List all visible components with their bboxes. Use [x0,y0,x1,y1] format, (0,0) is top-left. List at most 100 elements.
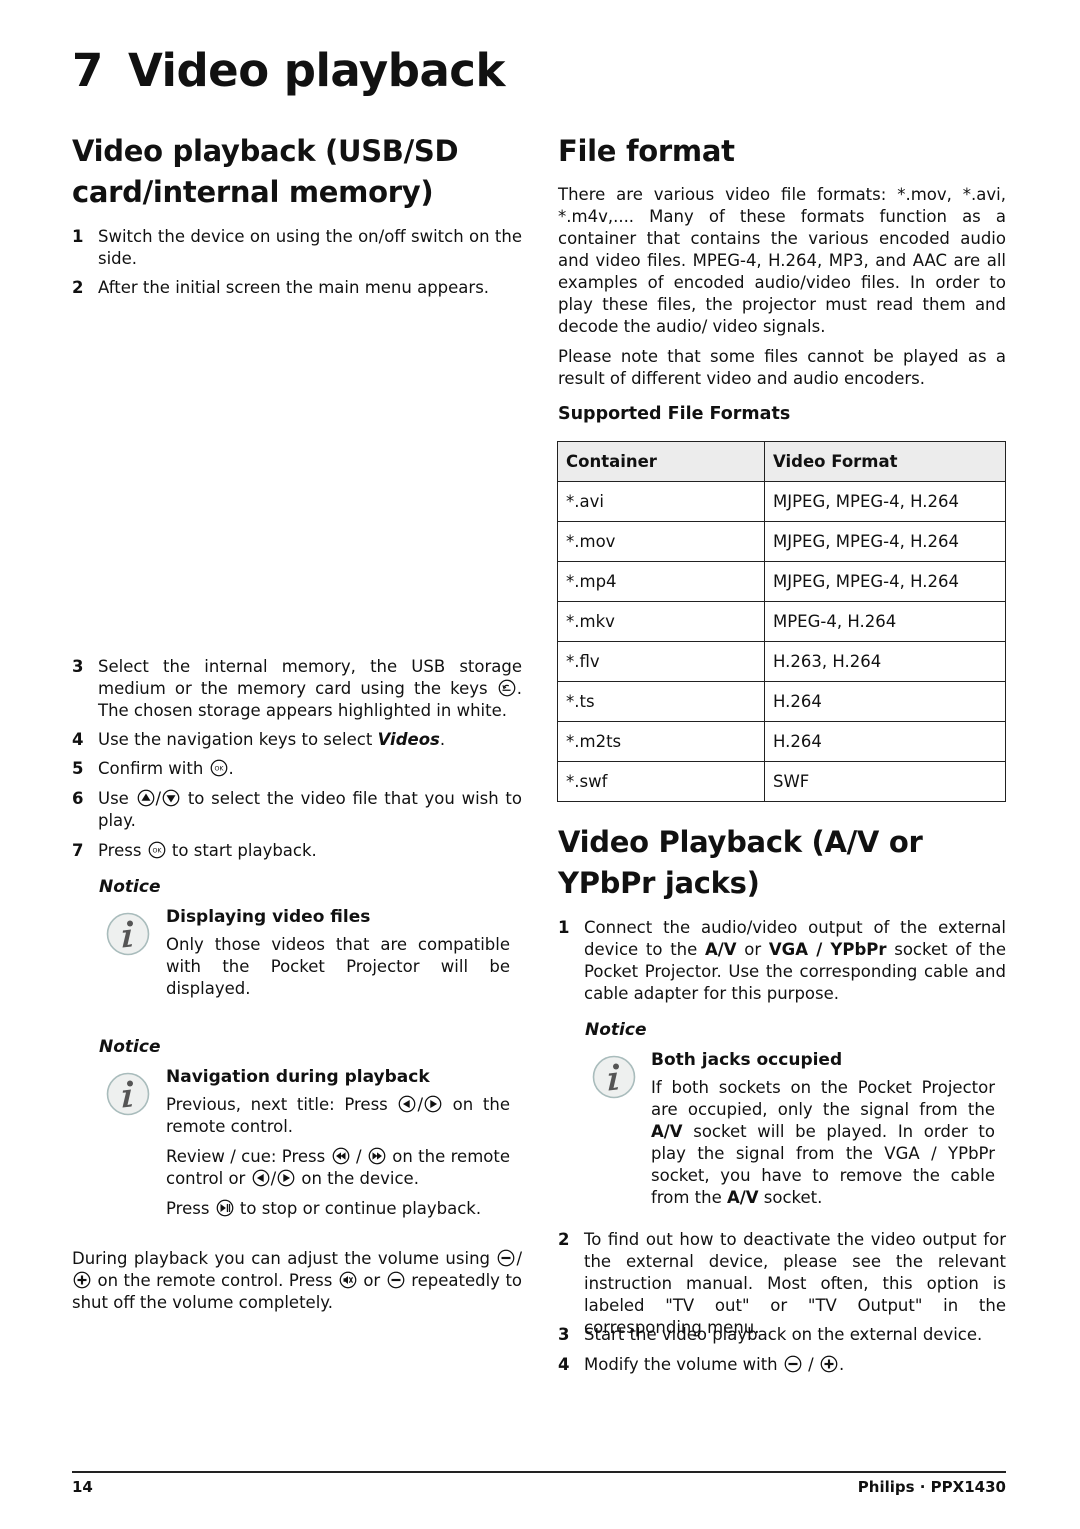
step-number: 4 [558,1355,570,1374]
av-step-4: 4 Modify the volume with / . [558,1354,1006,1376]
chapter-title: 7 Video playback [72,44,505,97]
supported-formats-title: Supported File Formats [558,404,791,424]
volume-up-key-icon [73,1271,91,1289]
step-number: 3 [558,1325,570,1344]
ok-key-icon [148,841,166,859]
text: socket. [758,1188,823,1207]
table-row: *.mp4 MJPEG, MPEG-4, H.264 [557,561,1006,602]
text: . [439,730,446,749]
table-header-row: Container Video Format [557,441,1006,482]
cell-video-format: H.264 [764,721,1006,762]
cell-video-format: MPEG-4, H.264 [764,601,1006,642]
cell-container: *.mkv [557,601,765,642]
table-row: *.mov MJPEG, MPEG-4, H.264 [557,521,1006,562]
step-4: 4 Use the navigation keys to select Vide… [72,729,522,751]
column-header-container: Container [557,441,765,482]
cell-container: *.mp4 [557,561,765,602]
section-title-line: Video Playback (A/V or [558,825,923,859]
column-header-video-format: Video Format [764,441,1006,482]
av-step-2: 2 To find out how to deactivate the vide… [558,1229,1006,1339]
paragraph: Please note that some files cannot be pl… [558,347,1006,388]
text: Modify the volume with [584,1355,783,1374]
play-pause-key-icon [216,1199,234,1217]
step-number: 4 [72,730,84,749]
notice-text: If both sockets on the Pocket Projector … [651,1077,995,1209]
volume-down-key-icon [784,1355,802,1373]
fast-forward-key-icon [368,1147,386,1165]
section-title: File format [558,134,735,168]
separator: / [155,789,162,808]
notice-text: Previous, next title: Press / on the rem… [166,1094,510,1138]
text: Previous, next title: Press [166,1095,398,1114]
text: or [357,1271,386,1290]
section-title-line: Video playback (USB/SD [72,134,459,168]
cell-container: *.mov [557,521,765,562]
step-6: 6 Use / to select the video file that yo… [72,788,522,832]
socket-vga-ypbpr: VGA / YPbPr [768,940,887,959]
step-text: Connect the audio/video output of the ex… [584,917,1006,1005]
text: Use the navigation keys to select [98,730,378,749]
table-row: *.flv H.263, H.264 [557,641,1006,682]
step-number: 1 [72,227,84,246]
text: Press [98,841,147,860]
table-row: *.mkv MPEG-4, H.264 [557,601,1006,642]
notice-text: Press to stop or continue playback. [166,1198,510,1220]
volume-paragraph: During playback you can adjust the volum… [72,1248,522,1314]
section-title-usb: Video playback (USB/SD card/internal memo… [72,131,522,213]
text: to stop or continue playback. [234,1199,482,1218]
text: on the device. [296,1169,419,1188]
notice-label: Notice [585,1020,647,1040]
notice-title: Both jacks occupied [651,1050,843,1070]
step-number: 3 [72,657,84,676]
left-key-icon [398,1095,416,1113]
mute-key-icon [339,1271,357,1289]
notice-label: Notice [99,1037,161,1057]
right-key-icon [277,1169,295,1187]
step-text: Select the internal memory, the USB stor… [98,656,522,722]
cell-video-format: MJPEG, MPEG-4, H.264 [764,481,1006,522]
step-7: 7 Press to start playback. [72,840,522,862]
text: During playback you can adjust the volum… [72,1249,497,1268]
cell-video-format: MJPEG, MPEG-4, H.264 [764,521,1006,562]
notice-both-jacks-occupied: Both jacks occupied If both sockets on t… [651,1049,995,1209]
step-text: Press to start playback. [98,840,522,862]
cell-container: *.swf [557,761,765,802]
back-key-icon [498,679,516,697]
step-text: Use / to select the video file that you … [98,788,522,832]
table-row: *.ts H.264 [557,681,1006,722]
footer-divider [72,1471,1006,1473]
table-row: *.avi MJPEG, MPEG-4, H.264 [557,481,1006,522]
separator: / [350,1147,367,1166]
separator: / [802,1355,819,1374]
volume-down-key-icon [387,1271,405,1289]
volume-up-key-icon [820,1355,838,1373]
cell-video-format: H.263, H.264 [764,641,1006,682]
cell-container: *.m2ts [557,721,765,762]
info-icon [592,1055,636,1099]
step-text: After the initial screen the main menu a… [98,278,490,297]
notice-displaying-video-files: Displaying video files Only those videos… [166,906,510,1000]
section-title-line: card/internal memory) [72,175,434,209]
step-2: 2 After the initial screen the main menu… [72,277,522,299]
down-key-icon [162,789,180,807]
info-icon [106,1072,150,1116]
right-key-icon [424,1095,442,1113]
text: Review / cue: Press [166,1147,331,1166]
text: to start playback. [166,841,317,860]
supported-formats-table: Container Video Format *.avi MJPEG, MPEG-… [557,441,1006,802]
notice-label: Notice [99,877,161,897]
step-text: Use the navigation keys to select Videos… [98,729,522,751]
step-number: 2 [72,278,84,297]
step-1: 1 Switch the device on using the on/off … [72,226,522,270]
text: on the remote control. Press [92,1271,338,1290]
notice-text: Review / cue: Press / on the remote cont… [166,1146,510,1190]
notice-title: Navigation during playback [166,1067,430,1087]
step-5: 5 Confirm with . [72,758,522,780]
up-key-icon [137,789,155,807]
step-number: 2 [558,1230,570,1249]
left-key-icon [252,1169,270,1187]
socket-av: A/V [726,1188,759,1207]
step-number: 1 [558,918,570,937]
table-row: *.swf SWF [557,761,1006,802]
text: socket will be played. In order to play … [651,1122,995,1207]
